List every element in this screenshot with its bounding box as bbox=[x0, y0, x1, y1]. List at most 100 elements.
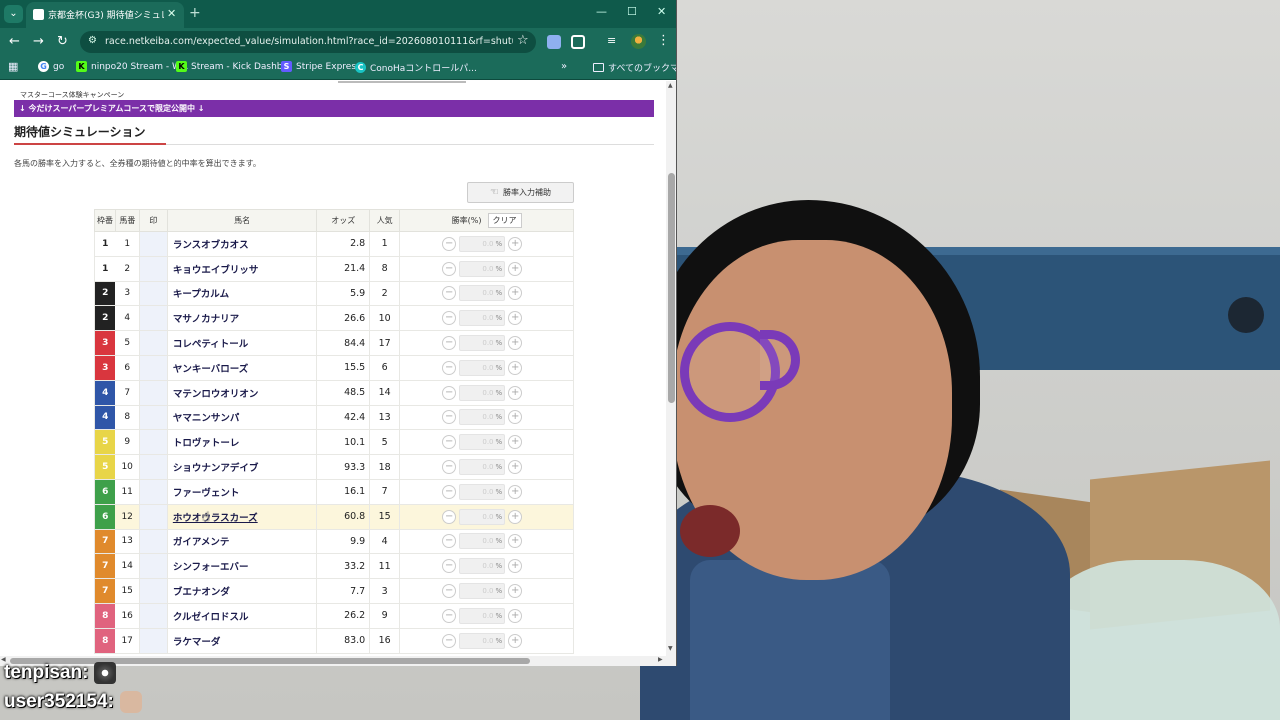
decrement-button[interactable]: − bbox=[442, 534, 457, 549]
win-rate-input[interactable]: 0.0% bbox=[459, 607, 506, 624]
url-text[interactable]: race.netkeiba.com/expected_value/simulat… bbox=[105, 36, 513, 47]
premium-banner[interactable]: ↓ 今だけスーパープレミアムコースで限定公開中 ↓ bbox=[14, 100, 654, 117]
increment-button[interactable]: + bbox=[508, 336, 523, 351]
bookmark-star-icon[interactable]: ☆ bbox=[517, 33, 529, 48]
mark-cell[interactable] bbox=[138, 305, 168, 332]
mark-cell[interactable] bbox=[138, 503, 168, 530]
win-rate-input[interactable]: 0.0% bbox=[459, 459, 506, 476]
scrollbar-thumb[interactable] bbox=[668, 173, 675, 403]
decrement-button[interactable]: − bbox=[442, 559, 457, 574]
increment-button[interactable]: + bbox=[508, 385, 523, 400]
bookmarks-overflow-icon[interactable]: » bbox=[561, 61, 567, 72]
bookmark-stripe[interactable]: S Stripe Express bbox=[281, 61, 361, 72]
maximize-icon[interactable]: ☐ bbox=[627, 5, 637, 18]
increment-button[interactable]: + bbox=[508, 360, 523, 375]
decrement-button[interactable]: − bbox=[442, 435, 457, 450]
horse-name-link[interactable]: シンフォーエバー bbox=[167, 553, 317, 580]
horse-name-link[interactable]: キープカルム bbox=[167, 280, 317, 307]
tab-active[interactable]: 京都金杯(G3) 期待値シミュレーショ ✕ bbox=[26, 2, 184, 28]
window-close-icon[interactable]: ✕ bbox=[657, 5, 666, 18]
decrement-button[interactable]: − bbox=[442, 360, 457, 375]
mark-cell[interactable] bbox=[138, 231, 168, 257]
decrement-button[interactable]: − bbox=[442, 311, 457, 326]
all-bookmarks-folder[interactable]: すべてのブックマーク bbox=[593, 61, 676, 74]
decrement-button[interactable]: − bbox=[442, 584, 457, 599]
horse-name-link[interactable]: ホウオウラスカーズ bbox=[167, 503, 317, 530]
clear-button[interactable]: クリア bbox=[487, 213, 522, 228]
win-rate-assist-button[interactable]: ☜ 勝率入力補助 bbox=[467, 182, 574, 203]
increment-button[interactable]: + bbox=[508, 484, 523, 499]
new-tab-icon[interactable]: + bbox=[189, 5, 201, 21]
address-bar[interactable]: ⚙ race.netkeiba.com/expected_value/simul… bbox=[80, 31, 536, 53]
tab-search-icon[interactable]: ⌄ bbox=[4, 5, 23, 23]
decrement-button[interactable]: − bbox=[442, 261, 457, 276]
win-rate-input[interactable]: 0.0% bbox=[459, 508, 506, 525]
bookmark-kick-dashboard[interactable]: K Stream - Kick Dashb... bbox=[176, 61, 291, 72]
mark-cell[interactable] bbox=[138, 255, 168, 282]
vertical-scrollbar[interactable]: ▲ ▼ bbox=[666, 81, 676, 656]
decrement-button[interactable]: − bbox=[442, 484, 457, 499]
profile-avatar[interactable] bbox=[631, 34, 646, 49]
mark-cell[interactable] bbox=[138, 454, 168, 480]
scroll-right-icon[interactable]: ▶ bbox=[658, 656, 663, 663]
back-arrow-icon[interactable]: ← bbox=[9, 34, 20, 50]
minimize-icon[interactable]: — bbox=[596, 5, 607, 18]
horse-name-link[interactable]: マサノカナリア bbox=[167, 305, 317, 332]
tab-close-icon[interactable]: ✕ bbox=[167, 7, 176, 20]
horse-name-link[interactable]: トロヴァトーレ bbox=[167, 429, 317, 456]
mark-cell[interactable] bbox=[138, 553, 168, 580]
win-rate-input[interactable]: 0.0% bbox=[459, 310, 506, 327]
site-info-icon[interactable]: ⚙ bbox=[88, 35, 97, 46]
decrement-button[interactable]: − bbox=[442, 236, 457, 251]
horse-name-link[interactable]: ブエナオンダ bbox=[167, 578, 317, 604]
decrement-button[interactable]: − bbox=[442, 336, 457, 351]
horse-name-link[interactable]: ガイアメンテ bbox=[167, 528, 317, 555]
bookmark-ninpo20[interactable]: Kninpo20 Stream - W... bbox=[76, 61, 188, 72]
win-rate-input[interactable]: 0.0% bbox=[459, 632, 506, 649]
win-rate-input[interactable]: 0.0% bbox=[459, 533, 506, 550]
win-rate-input[interactable]: 0.0% bbox=[459, 384, 506, 401]
mark-cell[interactable] bbox=[138, 379, 168, 406]
increment-button[interactable]: + bbox=[508, 534, 523, 549]
decrement-button[interactable]: − bbox=[442, 608, 457, 623]
win-rate-input[interactable]: 0.0% bbox=[459, 434, 506, 451]
mark-cell[interactable] bbox=[138, 478, 168, 505]
mark-cell[interactable] bbox=[138, 404, 168, 431]
win-rate-input[interactable]: 0.0% bbox=[459, 260, 506, 277]
horse-name-link[interactable]: マテンロウオリオン bbox=[167, 379, 317, 406]
mark-cell[interactable] bbox=[138, 602, 168, 629]
mark-cell[interactable] bbox=[138, 280, 168, 307]
mark-cell[interactable] bbox=[138, 578, 168, 604]
mark-cell[interactable] bbox=[138, 528, 168, 555]
increment-button[interactable]: + bbox=[508, 584, 523, 599]
mark-cell[interactable] bbox=[138, 330, 168, 356]
decrement-button[interactable]: − bbox=[442, 385, 457, 400]
increment-button[interactable]: + bbox=[508, 633, 523, 648]
decrement-button[interactable]: − bbox=[442, 286, 457, 301]
increment-button[interactable]: + bbox=[508, 410, 523, 425]
win-rate-input[interactable]: 0.0% bbox=[459, 335, 506, 352]
increment-button[interactable]: + bbox=[508, 286, 523, 301]
win-rate-input[interactable]: 0.0% bbox=[459, 285, 506, 302]
bookmark-conoha[interactable]: C ConoHaコントロールパ... bbox=[355, 61, 477, 74]
horse-name-link[interactable]: キョウエイブリッサ bbox=[167, 255, 317, 282]
increment-button[interactable]: + bbox=[508, 236, 523, 251]
horse-name-link[interactable]: コレペティトール bbox=[167, 330, 317, 356]
win-rate-input[interactable]: 0.0% bbox=[459, 409, 506, 426]
kebab-menu-icon[interactable]: ⋮ bbox=[657, 33, 670, 48]
increment-button[interactable]: + bbox=[508, 608, 523, 623]
increment-button[interactable]: + bbox=[508, 559, 523, 574]
decrement-button[interactable]: − bbox=[442, 410, 457, 425]
mark-cell[interactable] bbox=[138, 354, 168, 381]
increment-button[interactable]: + bbox=[508, 509, 523, 524]
win-rate-input[interactable]: 0.0% bbox=[459, 558, 506, 575]
horse-name-link[interactable]: ショウナンアデイブ bbox=[167, 454, 317, 480]
horse-name-link[interactable]: ファーヴェント bbox=[167, 478, 317, 505]
mark-cell[interactable] bbox=[138, 627, 168, 654]
decrement-button[interactable]: − bbox=[442, 460, 457, 475]
increment-button[interactable]: + bbox=[508, 261, 523, 276]
horse-name-link[interactable]: ヤマニンサンパ bbox=[167, 404, 317, 431]
horse-name-link[interactable]: ランスオブカオス bbox=[167, 231, 317, 257]
win-rate-input[interactable]: 0.0% bbox=[459, 483, 506, 500]
scroll-up-icon[interactable]: ▲ bbox=[668, 82, 673, 89]
